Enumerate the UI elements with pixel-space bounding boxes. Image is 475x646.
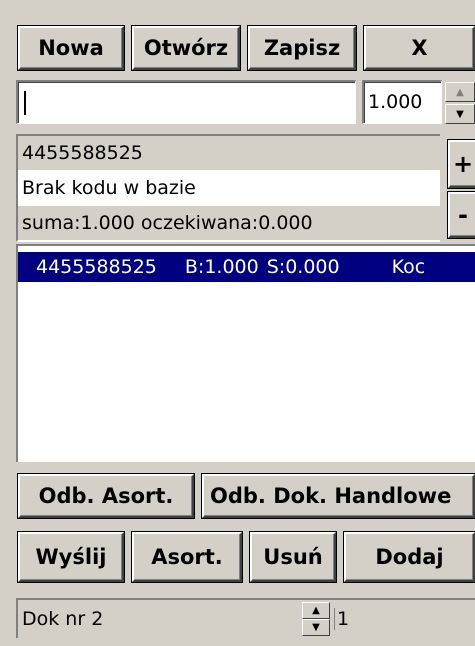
trade-documents-select-button[interactable]: Odb. Dok. Handlowe [201, 473, 475, 519]
list-item-b: B:1.000 [184, 256, 259, 278]
delete-button[interactable]: Usuń [249, 531, 337, 583]
send-button[interactable]: Wyślij [17, 531, 125, 583]
close-button[interactable]: X [363, 25, 475, 71]
app-window: Nowa Otwórz Zapisz X 1.000 ▲ ▼ 445558852… [0, 0, 475, 646]
list-item-extra: Koc [391, 256, 426, 278]
items-list[interactable]: 4455588525 B:1.000 S:0.000 Koc [16, 244, 475, 462]
document-number-text: Dok nr 2 [22, 608, 104, 630]
minus-button[interactable]: - [447, 191, 475, 239]
list-item-code: 4455588525 [36, 256, 157, 278]
status-bar: Dok nr 2 ▲ ▼ 1 [16, 598, 475, 638]
code-input[interactable] [16, 80, 356, 124]
quantity-down-icon[interactable]: ▼ [445, 104, 475, 124]
assortment-button[interactable]: Asort. [131, 531, 243, 583]
quantity-value: 1.000 [368, 91, 423, 113]
page-up-icon[interactable]: ▲ [302, 602, 330, 619]
save-button[interactable]: Zapisz [247, 25, 357, 71]
assortment-select-button[interactable]: Odb. Asort. [17, 473, 195, 519]
quantity-input[interactable]: 1.000 [362, 80, 442, 124]
list-item-s: S:0.000 [266, 256, 340, 278]
add-button[interactable]: Dodaj [343, 531, 475, 583]
text-caret [24, 90, 26, 115]
list-item[interactable]: 4455588525 B:1.000 S:0.000 Koc [18, 252, 475, 282]
new-button[interactable]: Nowa [17, 25, 125, 71]
page-down-icon[interactable]: ▼ [302, 619, 330, 636]
scanned-code-text: 4455588525 [16, 134, 440, 170]
lookup-message-text: Brak kodu w bazie [16, 170, 440, 206]
open-button[interactable]: Otwórz [131, 25, 241, 71]
quantity-up-icon[interactable]: ▲ [445, 82, 475, 102]
plus-button[interactable]: + [447, 139, 475, 189]
summary-text: suma:1.000 oczekiwana:0.000 [16, 206, 440, 242]
page-number-text: 1 [334, 608, 349, 630]
